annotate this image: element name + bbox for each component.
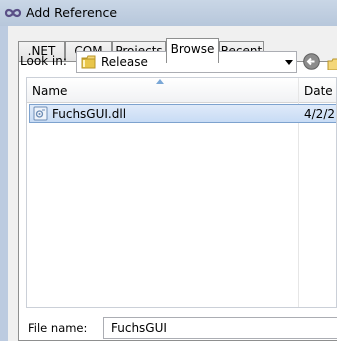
lookin-label: Look in: [20,54,67,68]
file-date-cell: 4/2/2 [304,107,335,121]
file-name-cell: FuchsGUI.dll [52,107,127,121]
lookin-value: Release [101,55,148,69]
up-folder-icon[interactable] [326,54,337,70]
file-list[interactable]: Name Date FuchsGUI.dll 4/2/2 [26,77,337,308]
tab-browse[interactable]: Browse [166,38,219,63]
column-header-name[interactable]: Name [32,84,67,98]
filename-value[interactable]: FuchsGUI [111,321,167,335]
back-arrow-icon[interactable] [303,53,320,70]
list-item[interactable]: FuchsGUI.dll 4/2/2 [29,104,336,123]
tab-browse-label: Browse [170,42,215,56]
visual-studio-icon [4,8,22,18]
dll-file-icon [33,106,48,121]
sort-ascending-icon [156,79,164,84]
list-header: Name Date [27,78,336,103]
filename-label: File name: [28,321,88,335]
column-header-date[interactable]: Date [304,84,333,98]
add-reference-dialog: Add Reference .NET COM Projects Browse R… [0,0,337,341]
chevron-down-icon[interactable] [285,60,293,65]
window-title: Add Reference [26,5,118,20]
filename-input[interactable]: FuchsGUI [103,317,337,339]
folder-icon [81,55,96,69]
title-bar[interactable]: Add Reference [0,0,337,26]
